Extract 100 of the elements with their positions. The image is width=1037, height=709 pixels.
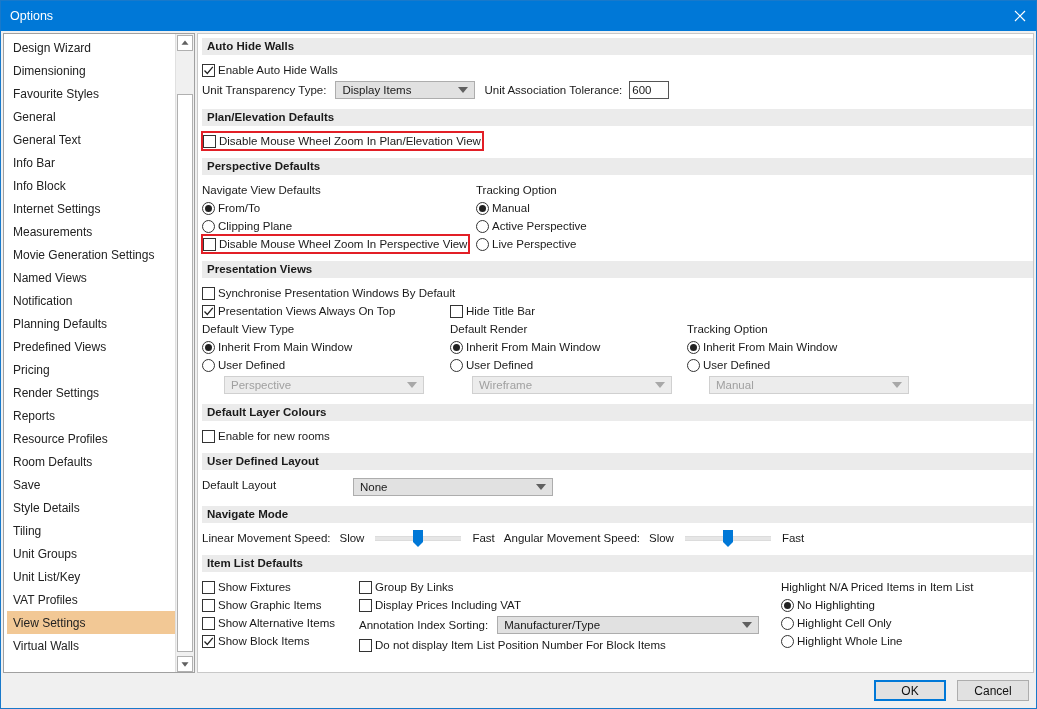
dropdown[interactable]: Manufacturer/Type: [497, 616, 760, 634]
slider-thumb[interactable]: [413, 529, 424, 547]
checkbox[interactable]: [202, 580, 215, 594]
radio-option[interactable]: User Defined: [450, 356, 536, 374]
dialog-button[interactable]: OK: [874, 680, 946, 701]
checkbox[interactable]: [202, 634, 215, 648]
caret-icon: [742, 622, 753, 628]
checkbox[interactable]: [359, 638, 372, 652]
radio-button[interactable]: [450, 358, 463, 372]
radio-button[interactable]: [202, 219, 215, 233]
radio-button[interactable]: [687, 340, 700, 354]
sidebar-item[interactable]: Save: [7, 473, 175, 496]
radio-option[interactable]: Highlight Cell Only: [781, 614, 894, 632]
sidebar-item[interactable]: Style Details: [7, 496, 175, 519]
sidebar-item[interactable]: Pricing: [7, 358, 175, 381]
radio-option[interactable]: Inherit From Main Window: [687, 338, 840, 356]
dropdown[interactable]: None: [353, 478, 553, 496]
sidebar-item[interactable]: Predefined Views: [7, 335, 175, 358]
dropdown[interactable]: Display Items: [335, 81, 476, 99]
radio-button[interactable]: [476, 219, 489, 233]
checkbox[interactable]: [202, 286, 215, 300]
sidebar-item[interactable]: Movie Generation Settings: [7, 243, 175, 266]
sidebar-item[interactable]: Resource Profiles: [7, 427, 175, 450]
checkbox-option[interactable]: Disable Mouse Wheel Zoom In Perspective View: [202, 235, 470, 253]
radio-button[interactable]: [476, 237, 489, 251]
checkbox[interactable]: [202, 598, 215, 612]
checkbox-option[interactable]: Group By Links: [359, 578, 456, 596]
sidebar-item[interactable]: Unit Groups: [7, 542, 175, 565]
option-label: Navigate View Defaults: [202, 183, 322, 198]
input-field[interactable]: 600: [629, 81, 670, 99]
sidebar-item[interactable]: General: [7, 105, 175, 128]
scroll-thumb[interactable]: [177, 94, 193, 652]
radio-option[interactable]: User Defined: [687, 356, 773, 374]
checkbox[interactable]: [202, 616, 215, 630]
sidebar-item[interactable]: Named Views: [7, 266, 175, 289]
radio-option[interactable]: Highlight Whole Line: [781, 632, 905, 650]
sidebar-item[interactable]: Internet Settings: [7, 197, 175, 220]
radio-button[interactable]: [781, 598, 794, 612]
slider-thumb[interactable]: [722, 529, 733, 547]
checkbox-option[interactable]: Show Block Items: [202, 632, 312, 650]
radio-button[interactable]: [202, 340, 215, 354]
radio-option[interactable]: Clipping Plane: [202, 217, 295, 235]
sidebar-item[interactable]: Render Settings: [7, 381, 175, 404]
radio-button[interactable]: [781, 634, 794, 648]
checkbox-option[interactable]: Do not display Item List Position Number For Block Items: [359, 636, 668, 654]
sidebar-item[interactable]: Dimensioning: [7, 59, 175, 82]
radio-option[interactable]: Active Perspective: [476, 217, 589, 235]
sidebar-item[interactable]: Notification: [7, 289, 175, 312]
radio-button[interactable]: [687, 358, 700, 372]
sidebar-item[interactable]: Room Defaults: [7, 450, 175, 473]
radio-button[interactable]: [202, 201, 215, 215]
sidebar-item[interactable]: Planning Defaults: [7, 312, 175, 335]
radio-option[interactable]: From/To: [202, 199, 263, 217]
checkbox-option[interactable]: Show Alternative Items: [202, 614, 337, 632]
radio-button[interactable]: [781, 616, 794, 630]
checkbox[interactable]: [203, 134, 216, 148]
sidebar-item[interactable]: VAT Profiles: [7, 588, 175, 611]
scroll-down-icon[interactable]: [177, 656, 193, 672]
scrollbar[interactable]: [175, 34, 194, 672]
radio-option[interactable]: Live Perspective: [476, 235, 579, 253]
checkbox-option[interactable]: Enable for new rooms: [202, 427, 332, 445]
radio-option[interactable]: Inherit From Main Window: [450, 338, 603, 356]
sidebar-item[interactable]: General Text: [7, 128, 175, 151]
checkbox[interactable]: [359, 598, 372, 612]
checkbox-option[interactable]: Disable Mouse Wheel Zoom In Plan/Elevation View: [202, 132, 483, 150]
checkbox-option[interactable]: Show Fixtures: [202, 578, 293, 596]
checkbox-option[interactable]: Show Graphic Items: [202, 596, 324, 614]
radio-option[interactable]: User Defined: [202, 356, 288, 374]
radio-button[interactable]: [450, 340, 463, 354]
sidebar-item[interactable]: View Settings: [7, 611, 175, 634]
sidebar-item[interactable]: Info Bar: [7, 151, 175, 174]
checkbox-option[interactable]: Synchronise Presentation Windows By Default: [202, 284, 458, 302]
checkbox[interactable]: [450, 304, 463, 318]
sidebar-item[interactable]: Measurements: [7, 220, 175, 243]
option-label: Default View Type: [202, 322, 296, 337]
sidebar-item[interactable]: Design Wizard: [7, 36, 175, 59]
radio-button[interactable]: [476, 201, 489, 215]
sidebar-item[interactable]: Reports: [7, 404, 175, 427]
checkbox-option[interactable]: Presentation Views Always On Top: [202, 302, 398, 320]
sidebar-item[interactable]: Virtual Walls: [7, 634, 175, 657]
radio-option[interactable]: Manual: [476, 199, 532, 217]
option-label: Unit Association Tolerance:: [484, 83, 623, 98]
radio-option[interactable]: No Highlighting: [781, 596, 877, 614]
scroll-up-icon[interactable]: [177, 35, 193, 51]
sidebar-item[interactable]: Info Block: [7, 174, 175, 197]
checkbox[interactable]: [202, 304, 215, 318]
sidebar-item[interactable]: Favourite Styles: [7, 82, 175, 105]
checkbox[interactable]: [203, 237, 216, 251]
checkbox[interactable]: [359, 580, 372, 594]
checkbox-option[interactable]: Display Prices Including VAT: [359, 596, 523, 614]
close-icon[interactable]: [1014, 10, 1026, 22]
sidebar-item[interactable]: Tiling: [7, 519, 175, 542]
checkbox-option[interactable]: Hide Title Bar: [450, 302, 538, 320]
radio-option[interactable]: Inherit From Main Window: [202, 338, 355, 356]
checkbox-option[interactable]: Enable Auto Hide Walls: [202, 61, 340, 79]
radio-button[interactable]: [202, 358, 215, 372]
checkbox[interactable]: [202, 63, 215, 77]
dialog-button[interactable]: Cancel: [957, 680, 1029, 701]
checkbox[interactable]: [202, 429, 215, 443]
sidebar-item[interactable]: Unit List/Key: [7, 565, 175, 588]
